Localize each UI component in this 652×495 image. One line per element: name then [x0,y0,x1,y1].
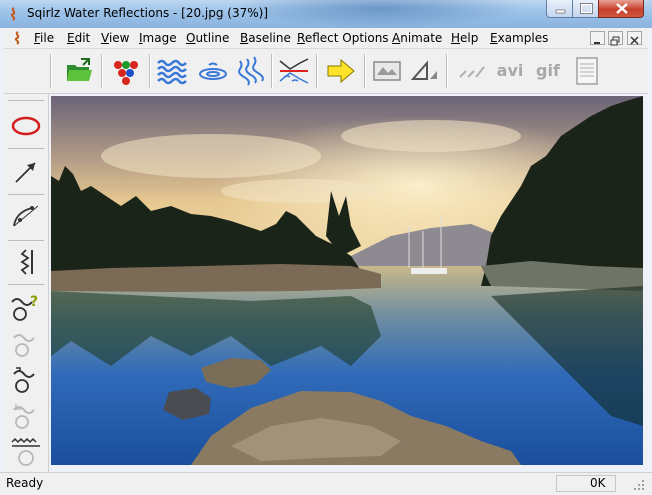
toolbar-separator [50,54,52,88]
window-title: Sqirlz Water Reflections - [20.jpg (37%)… [27,6,269,20]
reflect-baseline-icon[interactable] [278,55,310,87]
menu-help[interactable]: Help [451,31,478,45]
tool-separator [8,240,44,241]
toolbar-separator [271,54,273,88]
diagonal-waves-icon[interactable] [234,55,266,87]
wave-undo-icon[interactable] [8,396,44,432]
toolbar-separator [101,54,103,88]
arrow-tool-icon[interactable] [8,154,44,190]
toolbar: avi gif [4,49,648,94]
minimize-icon [555,9,566,14]
status-pane [556,475,616,492]
status-size: 0K [590,476,606,490]
waves-icon[interactable] [156,55,188,87]
maximize-icon [580,3,593,14]
close-icon [616,3,628,14]
zigzag-tool-icon[interactable] [8,244,44,280]
menu-image[interactable]: Image [139,31,177,45]
toolbar-separator [446,54,448,88]
svg-text:?: ? [30,294,38,310]
minimize-button[interactable] [546,0,573,18]
open-folder-icon[interactable] [63,55,95,87]
avi-icon[interactable]: avi [494,55,526,87]
restore-icon [610,36,620,46]
toolbar-separator [149,54,151,88]
menu-animate[interactable]: Animate [392,31,442,45]
document-menu-icon[interactable] [12,31,24,45]
wave-tool-icon[interactable] [8,324,44,360]
toolbar-separator [316,54,318,88]
wave-help-icon[interactable]: ? [8,288,44,324]
child-close-button[interactable] [627,31,642,45]
close-icon [630,36,639,45]
image-canvas[interactable] [51,96,643,465]
maximize-button[interactable] [572,0,599,18]
document-icon[interactable] [571,55,603,87]
app-icon [10,7,16,21]
toolbar-separator [364,54,366,88]
gif-icon[interactable]: gif [532,55,564,87]
landscape-image [51,96,643,465]
ripples-icon[interactable] [197,55,229,87]
tool-separator [8,284,44,285]
menu-bar: File Edit View Image Outline Baseline Re… [4,28,648,49]
close-button[interactable] [598,0,644,18]
curve-tool-icon[interactable] [8,198,44,234]
ellipse-tool-icon[interactable] [8,108,44,144]
menu-baseline[interactable]: Baseline [240,31,291,45]
child-restore-button[interactable] [608,31,623,46]
water-level-icon[interactable] [8,432,44,468]
status-bar: Ready 0K [0,472,652,495]
tool-panel: ? [4,94,49,472]
child-minimize-button[interactable] [590,31,605,45]
color-palette-icon[interactable] [110,55,142,87]
title-bar[interactable]: Sqirlz Water Reflections - [20.jpg (37%)… [0,0,652,28]
animation-lines-icon[interactable] [456,55,488,87]
menu-view[interactable]: View [101,31,129,45]
wave-point-icon[interactable] [8,360,44,396]
menu-outline[interactable]: Outline [186,31,229,45]
status-text: Ready [6,476,44,490]
right-frame [644,94,648,472]
resize-grip-icon[interactable] [630,478,646,492]
image-preview-icon[interactable] [371,55,403,87]
app-window: Sqirlz Water Reflections - [20.jpg (37%)… [0,0,652,495]
title-glow [230,0,530,28]
minimize-icon [594,42,600,44]
tool-separator [8,100,44,101]
menu-examples[interactable]: Examples [490,31,548,45]
tool-separator [8,194,44,195]
menu-file[interactable]: File [34,31,54,45]
menu-edit[interactable]: Edit [67,31,90,45]
menu-reflect-options[interactable]: Reflect Options [297,31,389,45]
arrow-right-icon[interactable] [325,55,357,87]
perspective-icon[interactable] [409,55,441,87]
tool-separator [8,148,44,149]
